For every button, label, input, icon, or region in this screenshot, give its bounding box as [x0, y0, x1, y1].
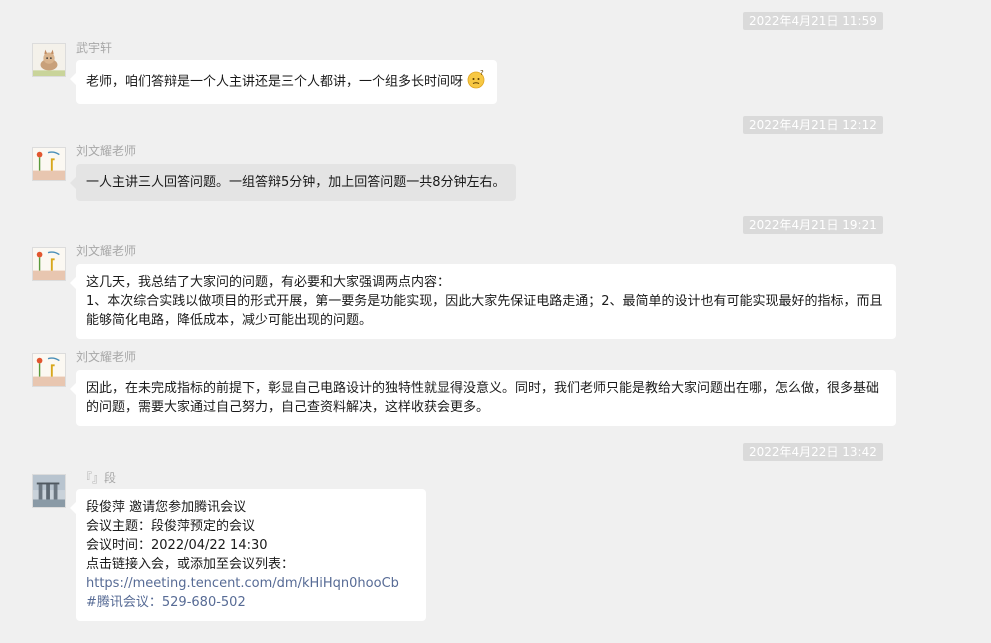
meeting-invite-title: 段俊萍 邀请您参加腾讯会议	[86, 500, 247, 515]
sender-name: 刘文耀老师	[76, 244, 137, 258]
sender-name: 『』段	[80, 471, 117, 485]
drawing-avatar-icon	[33, 248, 65, 280]
message-timestamp: 2022年4月21日 12:12	[743, 116, 883, 134]
sender-avatar[interactable]	[32, 43, 66, 77]
message-text: 因此，在未完成指标的前提下，彰显自己电路设计的独特性就显得没意义。同时，我们老师…	[86, 381, 880, 415]
sender-name: 武宇轩	[76, 41, 113, 55]
sender-avatar[interactable]	[32, 353, 66, 387]
meeting-id-link[interactable]: #腾讯会议：529-680-502	[86, 593, 416, 612]
sender-avatar[interactable]	[32, 247, 66, 281]
sender-name: 刘文耀老师	[76, 350, 137, 364]
svg-text:?: ?	[480, 69, 484, 77]
message-text: 这几天，我总结了大家问的问题，有必要和大家强调两点内容：	[86, 275, 451, 290]
message-timestamp: 2022年4月21日 19:21	[743, 216, 883, 234]
drawing-avatar-icon	[33, 354, 65, 386]
meeting-invite-bubble[interactable]: 段俊萍 邀请您参加腾讯会议 会议主题：段俊萍预定的会议 会议时间：2022/04…	[70, 489, 426, 621]
meeting-instruction: 点击链接入会，或添加至会议列表：	[86, 557, 295, 572]
meeting-topic: 会议主题：段俊萍预定的会议	[86, 519, 256, 534]
sender-avatar[interactable]	[32, 147, 66, 181]
message-bubble[interactable]: 一人主讲三人回答问题。一组答辩5分钟，加上回答问题一共8分钟左右。	[70, 164, 516, 201]
message-text: 一人主讲三人回答问题。一组答辩5分钟，加上回答问题一共8分钟左右。	[86, 175, 506, 190]
meeting-link[interactable]: https://meeting.tencent.com/dm/kHiHqn0ho…	[86, 574, 416, 593]
message-text: 1、本次综合实践以做项目的形式开展，第一要务是功能实现，因此大家先保证电路走通；…	[86, 294, 883, 328]
message-timestamp: 2022年4月22日 13:42	[743, 443, 883, 461]
sender-avatar[interactable]	[32, 474, 66, 508]
message-bubble[interactable]: 因此，在未完成指标的前提下，彰显自己电路设计的独特性就显得没意义。同时，我们老师…	[70, 370, 896, 426]
meeting-time: 会议时间：2022/04/22 14:30	[86, 538, 268, 553]
chat-message-list[interactable]: 2022年4月21日 11:59 武宇轩 老师，咱们答辩是一个人主讲还是三个人都…	[0, 0, 991, 643]
sender-name: 刘文耀老师	[76, 144, 137, 158]
message-timestamp: 2022年4月21日 11:59	[743, 12, 883, 30]
message-bubble[interactable]: 这几天，我总结了大家问的问题，有必要和大家强调两点内容： 1、本次综合实践以做项…	[70, 264, 896, 339]
drawing-avatar-icon	[33, 148, 65, 180]
photo-avatar-icon	[33, 475, 65, 507]
scrollbar[interactable]	[987, 0, 991, 643]
thinking-emoji-icon: ?	[465, 69, 487, 95]
message-bubble[interactable]: 老师，咱们答辩是一个人主讲还是三个人都讲，一个组多长时间呀 ?	[69, 60, 498, 104]
cat-avatar-icon	[33, 44, 65, 76]
message-text: 老师，咱们答辩是一个人主讲还是三个人都讲，一个组多长时间呀 ?	[86, 69, 487, 95]
